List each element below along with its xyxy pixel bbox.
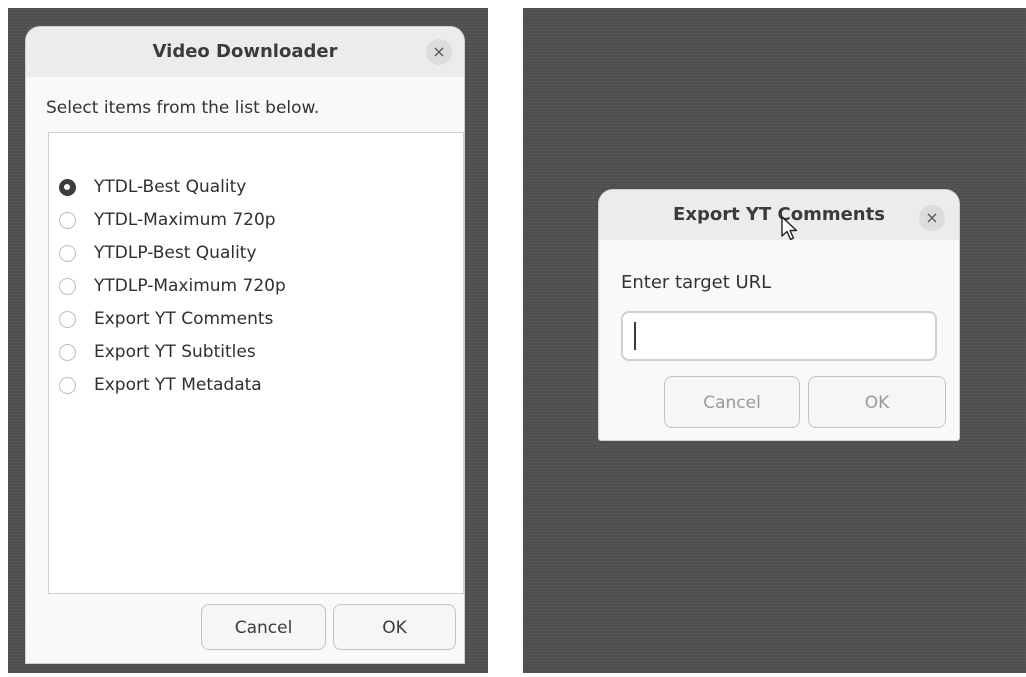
- dialog-titlebar: Video Downloader ×: [26, 27, 464, 77]
- radio-button[interactable]: [59, 376, 76, 394]
- text-caret: [634, 322, 636, 350]
- close-button[interactable]: ×: [426, 39, 452, 65]
- cancel-button[interactable]: Cancel: [201, 604, 326, 650]
- mouse-pointer-icon: [781, 216, 798, 241]
- url-input[interactable]: [621, 311, 937, 361]
- option-label: Export YT Metadata: [94, 375, 262, 395]
- option-ytdlp-best-quality[interactable]: YTDLP-Best Quality: [59, 239, 257, 267]
- radio-button[interactable]: [59, 244, 76, 262]
- selection-prompt: Select items from the list below.: [46, 98, 320, 118]
- dialog-title: Video Downloader: [152, 41, 338, 62]
- dialog-titlebar: Export YT Comments ×: [599, 190, 959, 240]
- close-button[interactable]: ×: [919, 205, 945, 231]
- url-prompt: Enter target URL: [621, 272, 772, 293]
- option-label: YTDLP-Best Quality: [94, 243, 257, 263]
- option-export-yt-metadata[interactable]: Export YT Metadata: [59, 371, 262, 399]
- option-label: Export YT Comments: [94, 309, 274, 329]
- option-export-yt-subtitles[interactable]: Export YT Subtitles: [59, 338, 256, 366]
- option-export-yt-comments[interactable]: Export YT Comments: [59, 305, 273, 333]
- radio-button[interactable]: [59, 343, 76, 361]
- option-label: YTDL-Maximum 720p: [94, 210, 276, 230]
- radio-button[interactable]: [59, 211, 76, 229]
- close-icon: ×: [432, 42, 446, 61]
- options-list: YTDL-Best Quality YTDL-Maximum 720p YTDL…: [48, 132, 464, 594]
- option-label: Export YT Subtitles: [94, 342, 256, 362]
- option-ytdl-best-quality[interactable]: YTDL-Best Quality: [59, 173, 246, 201]
- close-icon: ×: [925, 208, 939, 227]
- dialog-title: Export YT Comments: [673, 204, 885, 225]
- ok-button[interactable]: OK: [808, 376, 946, 428]
- radio-button[interactable]: [59, 277, 76, 295]
- cancel-button[interactable]: Cancel: [664, 376, 800, 428]
- option-label: YTDL-Best Quality: [94, 177, 247, 197]
- option-ytdlp-maximum-720p[interactable]: YTDLP-Maximum 720p: [59, 272, 286, 300]
- option-ytdl-maximum-720p[interactable]: YTDL-Maximum 720p: [59, 206, 276, 234]
- ok-button[interactable]: OK: [333, 604, 456, 650]
- option-label: YTDLP-Maximum 720p: [94, 276, 286, 296]
- radio-button-selected[interactable]: [59, 178, 76, 196]
- radio-button[interactable]: [59, 310, 76, 328]
